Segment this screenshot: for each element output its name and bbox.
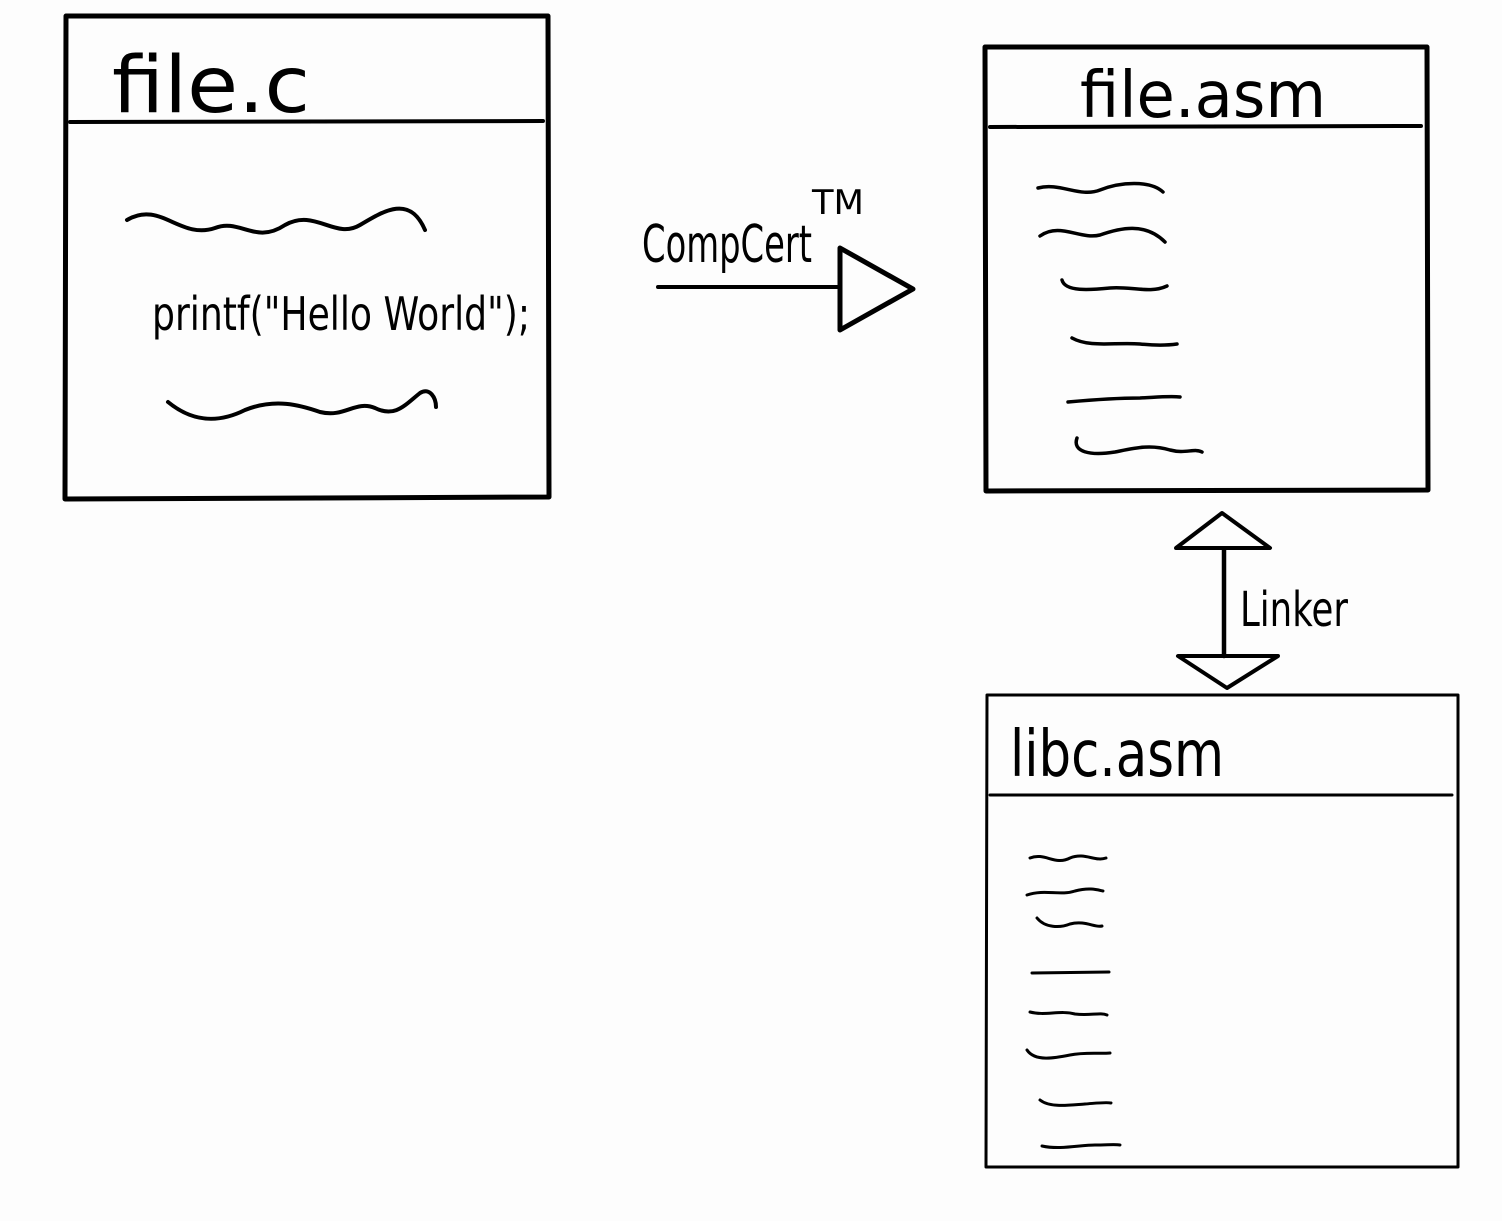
source-file-box: file.c printf("Hello World");: [62, 13, 552, 502]
linker-label: Linker: [1240, 582, 1348, 638]
compiler-trademark: TM: [811, 183, 864, 223]
asm-code-line: [1066, 394, 1182, 404]
asm-code-line: [1036, 181, 1165, 195]
lib-code-line: [1035, 916, 1104, 928]
compiler-arrow-head: [837, 245, 916, 333]
linker-arrow-head-down: [1176, 654, 1280, 690]
asm-code-lines: [1036, 181, 1204, 456]
asm-code-line: [1060, 278, 1169, 292]
lib-file-box: libc.asm: [984, 693, 1460, 1169]
lib-code-line: [1028, 854, 1108, 863]
lib-code-line: [1028, 1010, 1109, 1017]
lib-code-line: [1025, 887, 1105, 897]
code-squiggle-bottom: [166, 389, 438, 421]
asm-file-title: file.asm: [1080, 59, 1326, 133]
compiler-label: CompCert: [642, 215, 812, 275]
code-squiggle-top: [125, 206, 427, 235]
compiler-arrow: CompCert TM: [642, 183, 916, 333]
lib-code-line: [1038, 1098, 1113, 1107]
lib-code-line: [1030, 970, 1111, 975]
asm-code-line: [1038, 226, 1167, 244]
diagram-canvas: file.c printf("Hello World"); CompCert T…: [62, 13, 1460, 1169]
lib-code-lines: [1025, 854, 1122, 1150]
lib-file-title: libc.asm: [1010, 718, 1224, 792]
asm-file-box: file.asm: [982, 44, 1431, 494]
lib-code-line: [1040, 1143, 1122, 1150]
linker-arrow-head-up: [1174, 511, 1272, 550]
asm-code-line: [1070, 336, 1179, 347]
code-line: printf("Hello World");: [152, 287, 530, 341]
asm-code-line: [1074, 436, 1204, 456]
source-file-title: file.c: [112, 41, 310, 131]
lib-code-line: [1025, 1048, 1112, 1060]
linker-arrow: Linker: [1174, 511, 1348, 690]
